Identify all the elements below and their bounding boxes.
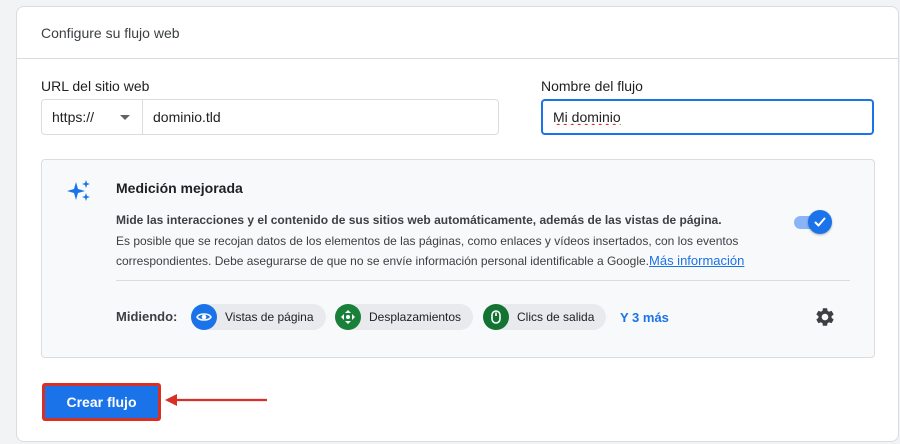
annotation-arrow-icon: [165, 394, 267, 406]
checkmark-icon: [814, 217, 826, 227]
chip-outbound-clicks: Clics de salida: [483, 304, 607, 330]
more-events-link[interactable]: Y 3 más: [620, 310, 669, 325]
chip-label: Clics de salida: [517, 310, 595, 324]
toggle-knob: [808, 210, 832, 234]
scroll-icon: [335, 304, 361, 330]
protocol-value: https://: [52, 109, 95, 125]
enhanced-measurement-description: Es posible que se recojan datos de los e…: [116, 232, 806, 271]
description-text: Es posible que se recojan datos de los e…: [116, 234, 739, 268]
web-stream-config-card: Configure su flujo web URL del sitio web…: [16, 6, 899, 442]
stream-name-label: Nombre del flujo: [541, 78, 643, 94]
mouse-icon: [483, 304, 509, 330]
learn-more-link[interactable]: Más información: [649, 253, 744, 268]
enhanced-measurement-title: Medición mejorada: [116, 180, 243, 196]
website-url-label: URL del sitio web: [41, 78, 150, 94]
panel-divider: [116, 280, 850, 281]
card-title: Configure su flujo web: [41, 25, 180, 41]
website-domain-input[interactable]: [142, 99, 499, 135]
card-header: Configure su flujo web: [17, 7, 898, 59]
create-stream-button[interactable]: Crear flujo: [43, 384, 160, 420]
chip-label: Vistas de página: [225, 310, 314, 324]
gear-icon[interactable]: [814, 306, 836, 328]
measuring-label: Midiendo:: [116, 309, 178, 324]
enhanced-measurement-summary: Mide las interacciones y el contenido de…: [116, 213, 722, 227]
chip-page-views: Vistas de página: [191, 304, 326, 330]
protocol-select[interactable]: https://: [41, 99, 143, 135]
enhanced-measurement-panel: Medición mejorada Mide las interacciones…: [41, 159, 875, 358]
enhanced-measurement-toggle[interactable]: [794, 210, 832, 234]
chip-scrolls: Desplazamientos: [335, 304, 474, 330]
eye-icon: [191, 304, 217, 330]
stream-name-input[interactable]: [541, 99, 874, 135]
caret-down-icon: [120, 115, 130, 120]
sparkle-icon: [67, 180, 90, 201]
chip-label: Desplazamientos: [369, 310, 462, 324]
